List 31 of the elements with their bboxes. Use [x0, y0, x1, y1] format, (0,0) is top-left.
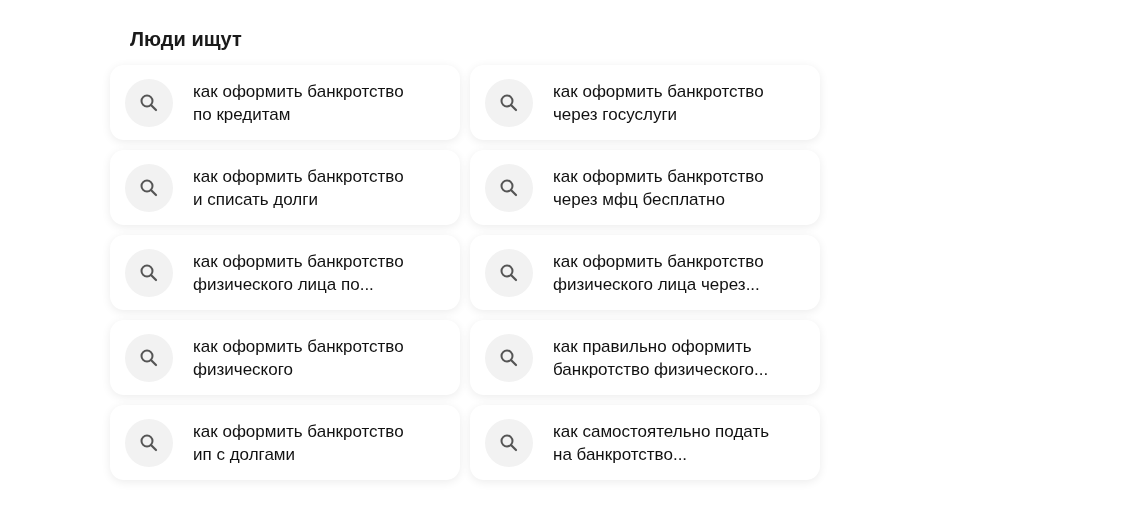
search-icon: [125, 418, 173, 467]
suggestion-card[interactable]: как самостоятельно подать на банкротство...: [470, 405, 820, 480]
suggestion-text: как оформить банкротство по кредитам: [193, 80, 404, 126]
search-icon: [125, 333, 173, 382]
suggestion-card[interactable]: как оформить банкротство физического лица через...: [470, 235, 820, 310]
search-icon: [125, 78, 173, 127]
suggestion-card[interactable]: как оформить банкротство ип с долгами: [110, 405, 460, 480]
search-icon: [485, 78, 533, 127]
suggestion-card[interactable]: как оформить банкротство и списать долги: [110, 150, 460, 225]
search-icon: [485, 418, 533, 467]
suggestion-text: как оформить банкротство физического: [193, 335, 404, 381]
search-icon: [125, 163, 173, 212]
section-title: Люди ищут: [130, 28, 243, 51]
suggestion-text: как самостоятельно подать на банкротство...: [553, 420, 770, 466]
suggestion-text: как оформить банкротство через мфц бесплатно: [553, 165, 764, 211]
search-icon: [485, 333, 533, 382]
suggestion-text: как оформить банкротство и списать долги: [193, 165, 404, 211]
suggestion-text: как правильно оформить банкротство физического...: [553, 335, 769, 381]
search-icon: [485, 163, 533, 212]
suggestion-card[interactable]: как оформить банкротство через госуслуги: [470, 65, 820, 140]
suggestion-card[interactable]: как оформить банкротство физического: [110, 320, 460, 395]
suggestion-text: как оформить банкротство ип с долгами: [193, 420, 404, 466]
suggestion-text: как оформить банкротство физического лица через...: [553, 250, 764, 296]
suggestion-text: как оформить банкротство через госуслуги: [553, 80, 764, 126]
suggestion-card[interactable]: как оформить банкротство по кредитам: [110, 65, 460, 140]
suggestion-card[interactable]: как оформить банкротство физического лица по...: [110, 235, 460, 310]
suggestion-card[interactable]: как правильно оформить банкротство физического...: [470, 320, 820, 395]
suggestion-text: как оформить банкротство физического лица по...: [193, 250, 404, 296]
search-icon: [485, 248, 533, 297]
search-icon: [125, 248, 173, 297]
suggestion-card[interactable]: как оформить банкротство через мфц бесплатно: [470, 150, 820, 225]
